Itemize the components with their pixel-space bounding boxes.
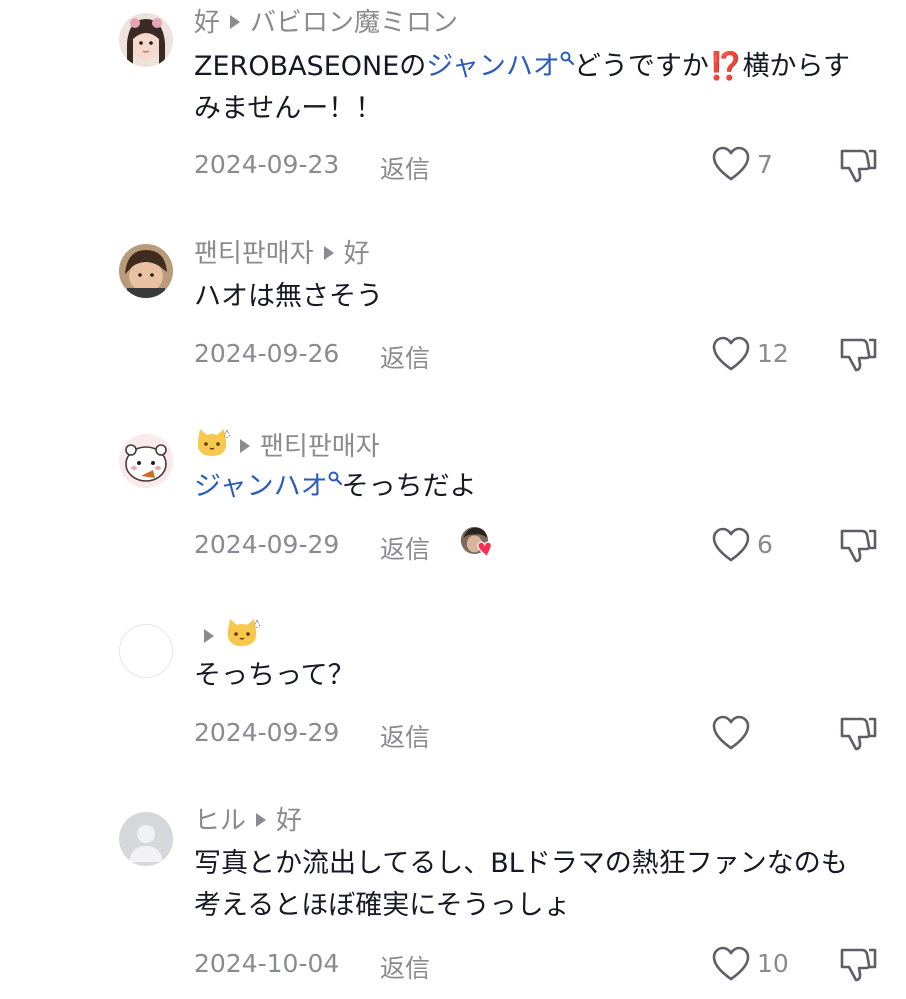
reply-button[interactable]: 返信 [380, 339, 430, 375]
heart-icon[interactable] [712, 527, 750, 563]
dislike-icon[interactable] [838, 146, 878, 184]
reply-to-username[interactable] [224, 616, 260, 659]
reply-to-username[interactable]: バビロン魔ミロン [250, 8, 458, 38]
comment-text: そっちって？ [194, 660, 355, 691]
cat-emoji-icon [197, 429, 230, 456]
heart-icon[interactable] [712, 715, 750, 751]
avatar[interactable] [119, 244, 173, 298]
play-arrow-icon [230, 14, 241, 29]
reply-button[interactable]: 返信 [380, 718, 430, 754]
like-count: 12 [757, 339, 789, 368]
dislike-icon[interactable] [838, 945, 878, 983]
play-arrow-icon [256, 812, 267, 827]
dislike-icon[interactable] [838, 714, 878, 752]
avatar[interactable] [119, 812, 173, 866]
comment-date: 2024-09-29 [194, 530, 340, 559]
comment-username-line[interactable]: 팬티판매자 [194, 426, 380, 469]
cat-emoji-icon [227, 619, 260, 646]
heart-icon[interactable] [712, 946, 750, 982]
hashtag-link[interactable]: ジャンハオ [194, 471, 328, 502]
comment-date: 2024-09-29 [194, 718, 340, 747]
dislike-icon[interactable] [838, 526, 878, 564]
reply-button[interactable]: 返信 [380, 949, 430, 985]
comment-text: 写真とか流出してるし、BLドラマの熱狂ファンなのも 考えるとほぼ確実にそうっしょ [194, 848, 848, 921]
interrobang-emoji: ⁉️ [708, 51, 743, 82]
comment-date: 2024-10-04 [194, 949, 340, 978]
comment-date: 2024-09-23 [194, 150, 340, 179]
play-arrow-icon [204, 628, 214, 643]
reply-button[interactable]: 返信 [380, 150, 430, 186]
hashtag-link[interactable]: ジャンハオ [426, 51, 560, 82]
play-arrow-icon [240, 438, 250, 453]
reply-to-username[interactable]: 好 [344, 239, 370, 269]
comment-username-line[interactable] [190, 616, 260, 659]
reply-to-username[interactable]: 팬티판매자 [260, 432, 380, 462]
heart-icon[interactable] [712, 336, 750, 372]
avatar[interactable] [119, 434, 173, 488]
heart-icon[interactable] [712, 146, 750, 182]
comment-date: 2024-09-26 [194, 339, 340, 368]
search-tag-icon[interactable] [560, 51, 574, 65]
comment-username[interactable]: ヒル [194, 806, 246, 836]
reply-button[interactable]: 返信 [380, 530, 430, 566]
like-count: 6 [757, 530, 773, 559]
avatar[interactable] [119, 624, 173, 678]
comment-username-line[interactable]: ヒル好 [194, 804, 302, 838]
comment-username-line[interactable]: 팬티판매자 好 [194, 237, 370, 271]
like-count: 7 [757, 150, 773, 179]
comment-text: ハオは無さそう [194, 281, 383, 312]
search-tag-icon[interactable] [328, 471, 342, 485]
play-arrow-icon [323, 245, 334, 260]
comment-username[interactable]: 好 [194, 8, 220, 38]
creator-liked-badge [460, 526, 493, 558]
dislike-icon[interactable] [838, 335, 878, 373]
comment-text: ZEROBASEONEのジャンハオ どうですか⁉️横からすみませんー！！ [194, 51, 851, 124]
comment-username[interactable] [194, 426, 230, 469]
comment-text: ジャンハオ そっちだよ [194, 471, 477, 502]
reply-to-username[interactable]: 好 [276, 806, 302, 836]
comment-username[interactable]: 팬티판매자 [194, 239, 314, 269]
like-count: 10 [757, 949, 789, 978]
avatar[interactable] [119, 13, 173, 67]
comment-username-line[interactable]: 好バビロン魔ミロン [194, 6, 458, 40]
